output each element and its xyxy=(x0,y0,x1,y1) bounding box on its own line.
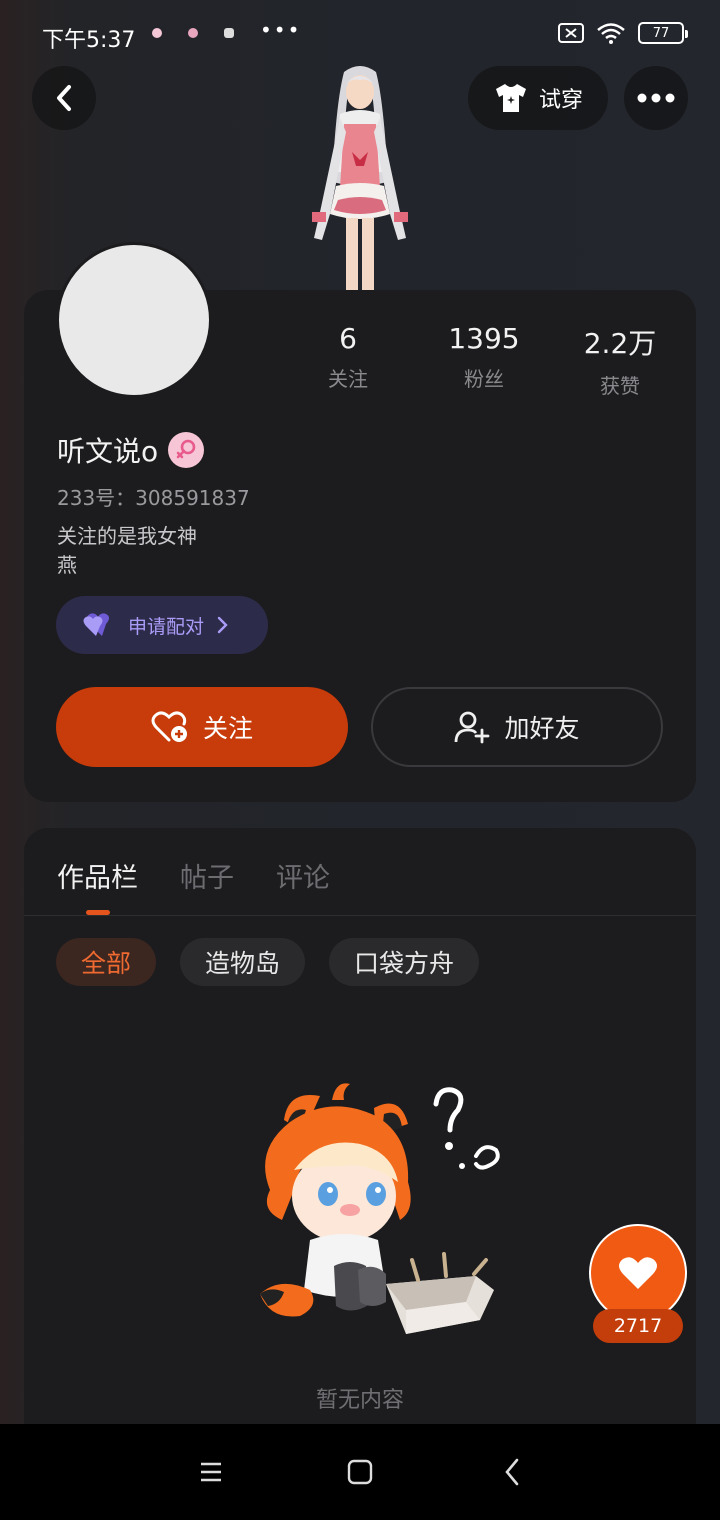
bio-line: 燕 xyxy=(57,553,77,577)
more-horizontal-icon xyxy=(637,93,675,103)
bio: 关注的是我女神 燕 xyxy=(57,522,197,580)
profile-stats: 6 关注 1395 粉丝 2.2万 获赞 xyxy=(280,322,688,399)
chip-pocket-ark[interactable]: 口袋方舟 xyxy=(329,938,480,986)
add-friend-button[interactable]: 加好友 xyxy=(371,687,663,767)
empty-state-illustration xyxy=(260,1083,500,1334)
system-back-button[interactable] xyxy=(488,1448,536,1496)
like-count: 2717 xyxy=(593,1309,683,1343)
notification-icon xyxy=(152,28,162,38)
system-nav-bar xyxy=(0,1424,720,1520)
more-notifications-icon: ••• xyxy=(260,18,302,42)
app-notification-icon xyxy=(224,28,234,38)
content-tabs: 作品栏 帖子 评论 xyxy=(57,856,330,895)
stat-likes[interactable]: 2.2万 获赞 xyxy=(552,322,688,399)
character-figure-image xyxy=(312,66,408,292)
home-button[interactable] xyxy=(336,1448,384,1496)
empty-state-text: 暂无内容 xyxy=(315,1388,404,1413)
sim-off-icon xyxy=(558,23,584,43)
shirt-icon xyxy=(495,84,526,112)
tab-posts[interactable]: 帖子 xyxy=(180,856,234,895)
bio-line: 关注的是我女神 xyxy=(57,524,197,548)
filter-chips: 全部 造物岛 口袋方舟 xyxy=(56,938,480,986)
stat-followers[interactable]: 1395 粉丝 xyxy=(416,322,552,399)
wifi-icon xyxy=(597,23,625,44)
status-bar: 下午5:37 ••• 77 xyxy=(0,0,720,66)
following-label: 关注 xyxy=(328,367,368,391)
chevron-right-icon xyxy=(217,616,228,634)
try-on-button[interactable]: 试穿 xyxy=(468,66,608,130)
followers-label: 粉丝 xyxy=(464,367,504,391)
notification-icon xyxy=(188,28,198,38)
username-row: 听文说o xyxy=(57,430,205,470)
request-pair-button[interactable]: 申请配对 xyxy=(56,596,268,654)
stat-following[interactable]: 6 关注 xyxy=(280,322,416,399)
followers-count: 1395 xyxy=(448,322,520,355)
likes-count: 2.2万 xyxy=(583,327,657,360)
follow-button[interactable]: 关注 xyxy=(56,687,348,767)
user-id: 233号：308591837 xyxy=(57,486,250,510)
chevron-left-icon xyxy=(505,1458,519,1486)
battery-icon: 77 xyxy=(638,22,688,44)
following-count: 6 xyxy=(339,322,357,355)
like-button[interactable] xyxy=(589,1224,687,1322)
back-button[interactable] xyxy=(32,66,96,130)
tab-comments[interactable]: 评论 xyxy=(276,856,330,895)
double-heart-icon xyxy=(83,613,109,636)
follow-label: 关注 xyxy=(202,714,253,743)
menu-icon xyxy=(201,1462,221,1482)
heart-plus-icon xyxy=(151,711,187,742)
recents-button[interactable] xyxy=(187,1448,235,1496)
chip-creation-island[interactable]: 造物岛 xyxy=(180,938,306,986)
heart-icon xyxy=(619,1257,657,1289)
add-user-icon xyxy=(455,711,490,744)
tab-works[interactable]: 作品栏 xyxy=(57,856,138,895)
status-time: 下午5:37 xyxy=(42,28,136,53)
female-icon xyxy=(168,432,205,468)
request-pair-label: 申请配对 xyxy=(128,615,205,638)
try-on-label: 试穿 xyxy=(538,88,583,113)
square-icon xyxy=(347,1459,373,1485)
divider xyxy=(24,915,696,916)
chevron-left-icon xyxy=(57,85,71,111)
username: 听文说o xyxy=(57,435,159,468)
more-options-button[interactable] xyxy=(624,66,688,130)
chip-all[interactable]: 全部 xyxy=(56,938,157,986)
avatar[interactable] xyxy=(56,242,212,398)
add-friend-label: 加好友 xyxy=(504,714,580,743)
likes-label: 获赞 xyxy=(600,374,640,398)
